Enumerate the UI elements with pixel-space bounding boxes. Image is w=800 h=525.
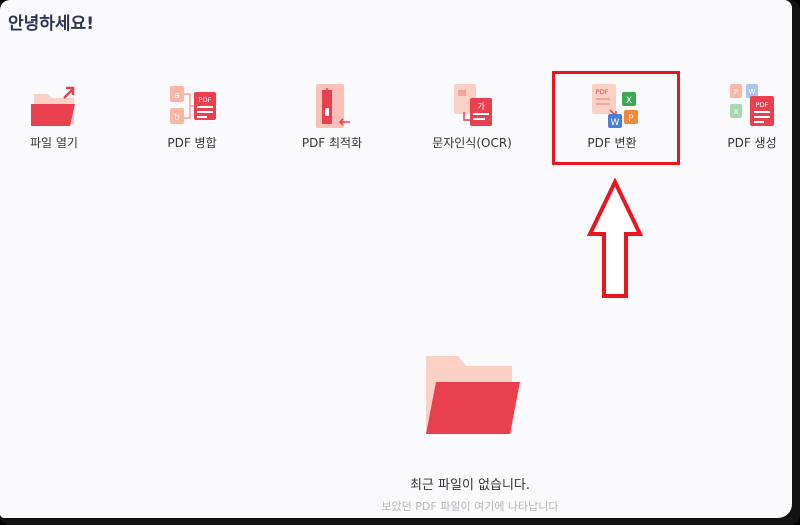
up-arrow-annotation xyxy=(586,178,644,298)
svg-text:PDF: PDF xyxy=(199,96,212,104)
compress-pdf-icon xyxy=(316,84,350,128)
tool-label: PDF 병합 xyxy=(167,136,217,150)
create-pdf-button[interactable]: P W X PDF PDF 생성 xyxy=(692,78,792,158)
app-window: 안녕하세요! 파일 열기 a b PDF PDF 병합 PDF 최적화 가 문자… xyxy=(0,0,792,518)
svg-text:가: 가 xyxy=(477,102,485,111)
empty-state-title: 최근 파일이 없습니다. xyxy=(409,478,531,493)
highlight-box xyxy=(552,71,680,165)
empty-folder-icon xyxy=(426,356,520,434)
merge-pdf-icon: a b PDF xyxy=(170,86,216,124)
tool-label: PDF 생성 xyxy=(727,136,777,150)
ocr-button[interactable]: 가 문자인식(OCR) xyxy=(412,78,532,158)
greeting-title: 안녕하세요! xyxy=(8,14,94,34)
tool-label: 파일 열기 xyxy=(30,136,78,150)
empty-state-subtitle: 보았던 PDF 파일이 여기에 나타납니다 xyxy=(381,500,559,513)
tool-label: PDF 최적화 xyxy=(301,136,363,150)
folder-open-icon xyxy=(31,86,75,126)
svg-text:PDF: PDF xyxy=(756,101,769,109)
optimize-pdf-button[interactable]: PDF 최적화 xyxy=(272,78,392,158)
open-file-button[interactable]: 파일 열기 xyxy=(0,78,114,158)
create-pdf-icon: P W X PDF xyxy=(730,84,774,126)
ocr-icon: 가 xyxy=(454,84,492,126)
svg-text:a: a xyxy=(174,91,180,101)
tool-label: 문자인식(OCR) xyxy=(432,136,512,150)
svg-text:b: b xyxy=(174,113,180,123)
svg-text:X: X xyxy=(734,108,739,116)
screenshot-frame: 안녕하세요! 파일 열기 a b PDF PDF 병합 PDF 최적화 가 문자… xyxy=(0,0,800,525)
svg-text:W: W xyxy=(749,88,756,96)
merge-pdf-button[interactable]: a b PDF PDF 병합 xyxy=(132,78,252,158)
svg-text:P: P xyxy=(734,88,738,96)
